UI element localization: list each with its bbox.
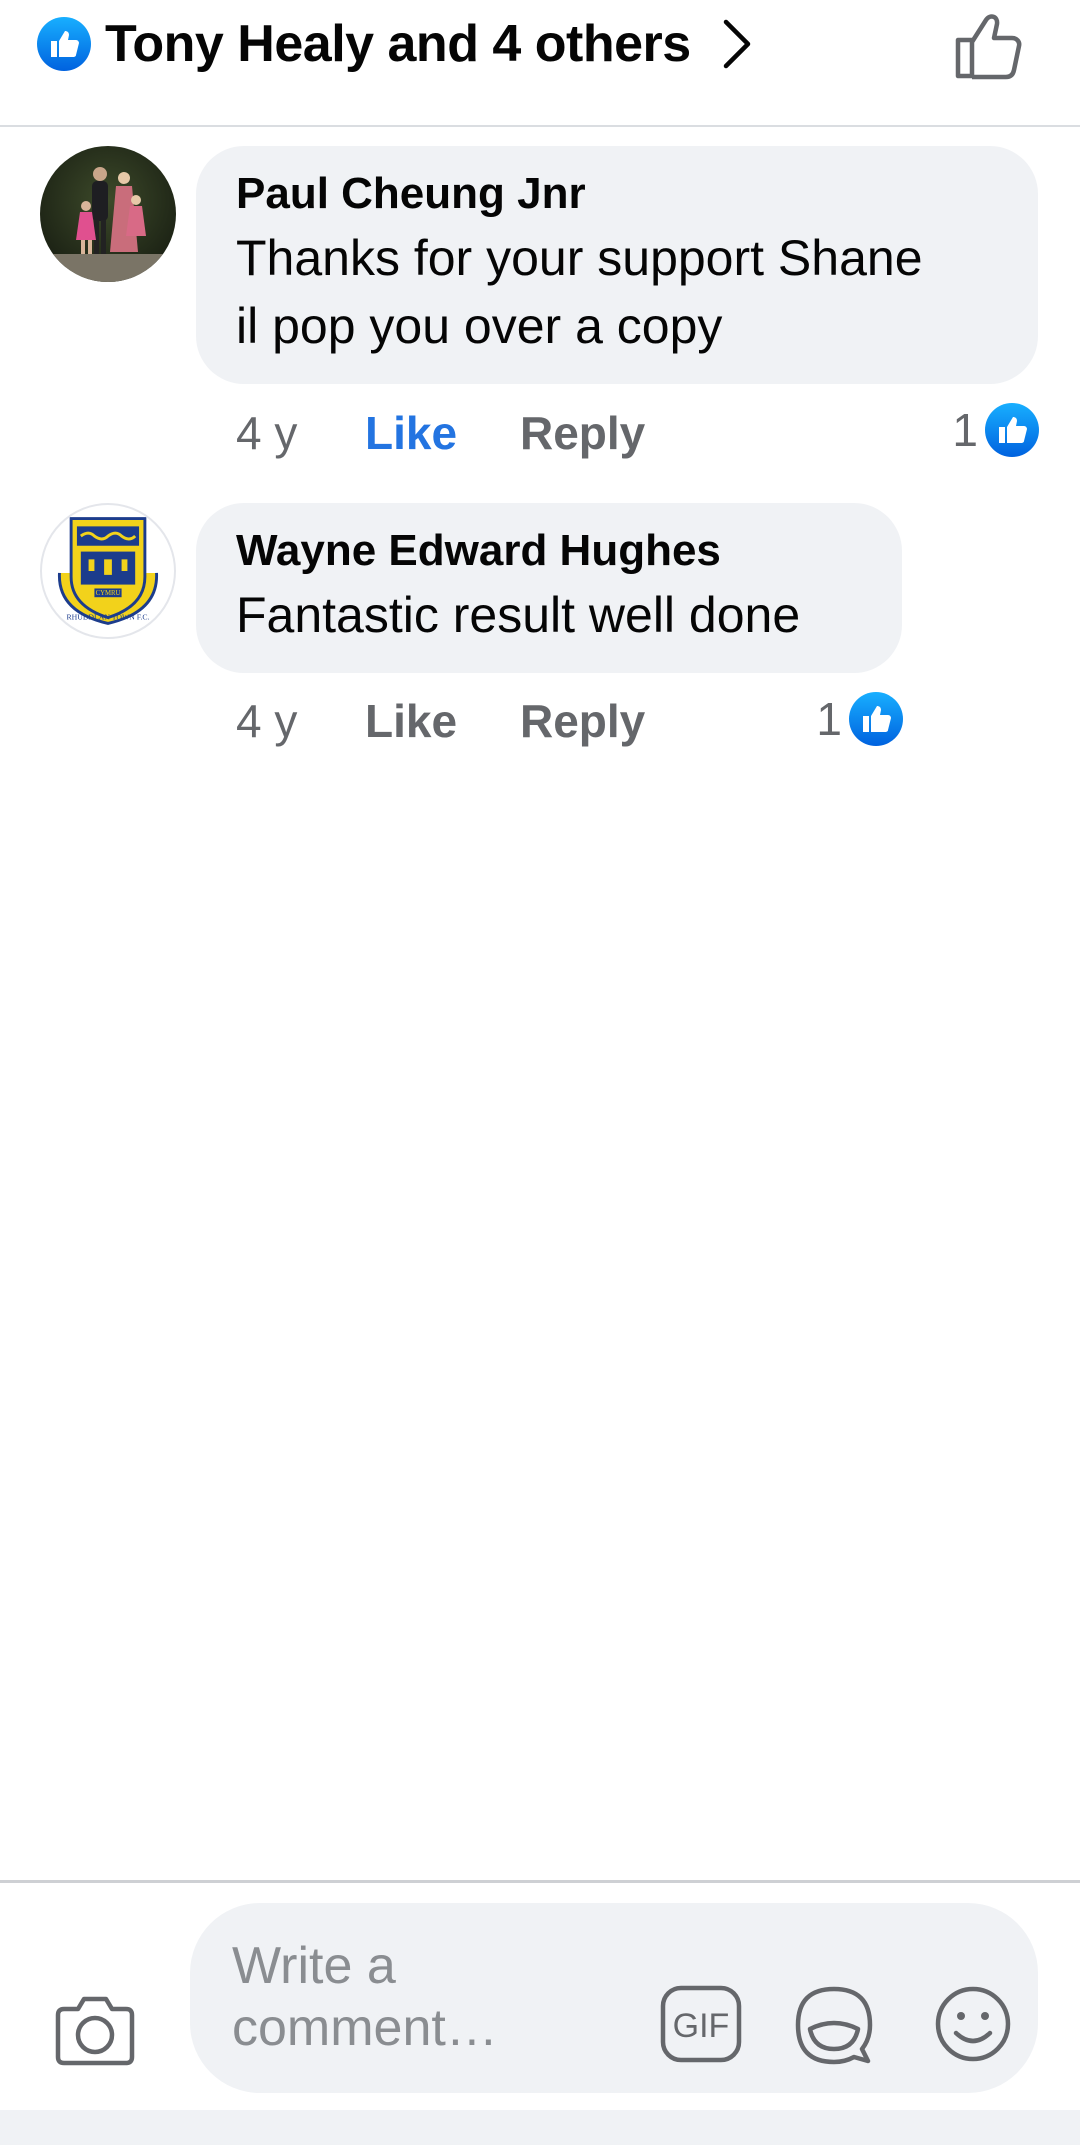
- comment-bubble[interactable]: Wayne Edward Hughes Fantastic result wel…: [196, 503, 902, 673]
- avatar-paul-cheung[interactable]: [40, 146, 176, 282]
- avatar-wayne-hughes[interactable]: CYMRU RHUDDLAN TOWN F.C.: [40, 503, 176, 639]
- reaction-count-number: 1: [816, 693, 842, 745]
- comment-timestamp[interactable]: 4 y: [236, 403, 297, 463]
- placeholder-line: comment…: [232, 1999, 498, 2057]
- reaction-count[interactable]: 1: [764, 689, 904, 749]
- comment-actions: 4 y Like Reply: [236, 691, 736, 751]
- like-button[interactable]: Like: [365, 403, 457, 463]
- svg-text:CYMRU: CYMRU: [96, 590, 121, 597]
- comment-author[interactable]: Wayne Edward Hughes: [236, 525, 862, 577]
- camera-icon[interactable]: [52, 1993, 138, 2069]
- like-badge-icon: [37, 17, 91, 71]
- reactions-header[interactable]: Tony Healy and 4 others: [0, 0, 1080, 127]
- bottom-bar: [0, 2110, 1080, 2145]
- emoji-icon[interactable]: [934, 1985, 1012, 2063]
- chevron-right-icon[interactable]: [718, 14, 758, 74]
- like-reaction-icon: [985, 403, 1039, 457]
- like-button[interactable]: Like: [365, 691, 457, 751]
- reactions-summary[interactable]: Tony Healy and 4 others: [105, 12, 691, 76]
- reaction-count-number: 1: [952, 404, 978, 456]
- svg-text:RHUDDLAN TOWN F.C.: RHUDDLAN TOWN F.C.: [66, 613, 149, 622]
- rhuddlan-town-crest-logo: CYMRU RHUDDLAN TOWN F.C.: [58, 517, 158, 625]
- avatar-photo: [40, 146, 176, 282]
- comment-input-placeholder: Write a comment…: [232, 1935, 632, 2059]
- comment-text-line: Thanks for your support Shane: [236, 230, 923, 286]
- comment-text-line: il pop you over a copy: [236, 298, 723, 354]
- like-reaction-icon: [849, 692, 903, 746]
- comment-timestamp[interactable]: 4 y: [236, 691, 297, 751]
- reply-button[interactable]: Reply: [520, 403, 645, 463]
- reaction-count[interactable]: 1: [900, 400, 1040, 460]
- comment-bubble[interactable]: Paul Cheung Jnr Thanks for your support …: [196, 146, 1038, 384]
- comment-actions: 4 y Like Reply: [236, 403, 736, 463]
- placeholder-line: Write a: [232, 1937, 396, 1995]
- thumbs-up-outline-icon[interactable]: [952, 8, 1028, 84]
- gif-label: GIF: [673, 2007, 730, 2045]
- comment-text-line: Fantastic result well done: [236, 587, 801, 643]
- comment-composer: Write a comment… GIF: [0, 1880, 1080, 2110]
- reply-button[interactable]: Reply: [520, 691, 645, 751]
- comment-input[interactable]: Write a comment… GIF: [190, 1903, 1038, 2093]
- gif-icon[interactable]: GIF: [660, 1985, 742, 2063]
- comment-author[interactable]: Paul Cheung Jnr: [236, 168, 998, 220]
- sticker-icon[interactable]: [794, 1985, 874, 2065]
